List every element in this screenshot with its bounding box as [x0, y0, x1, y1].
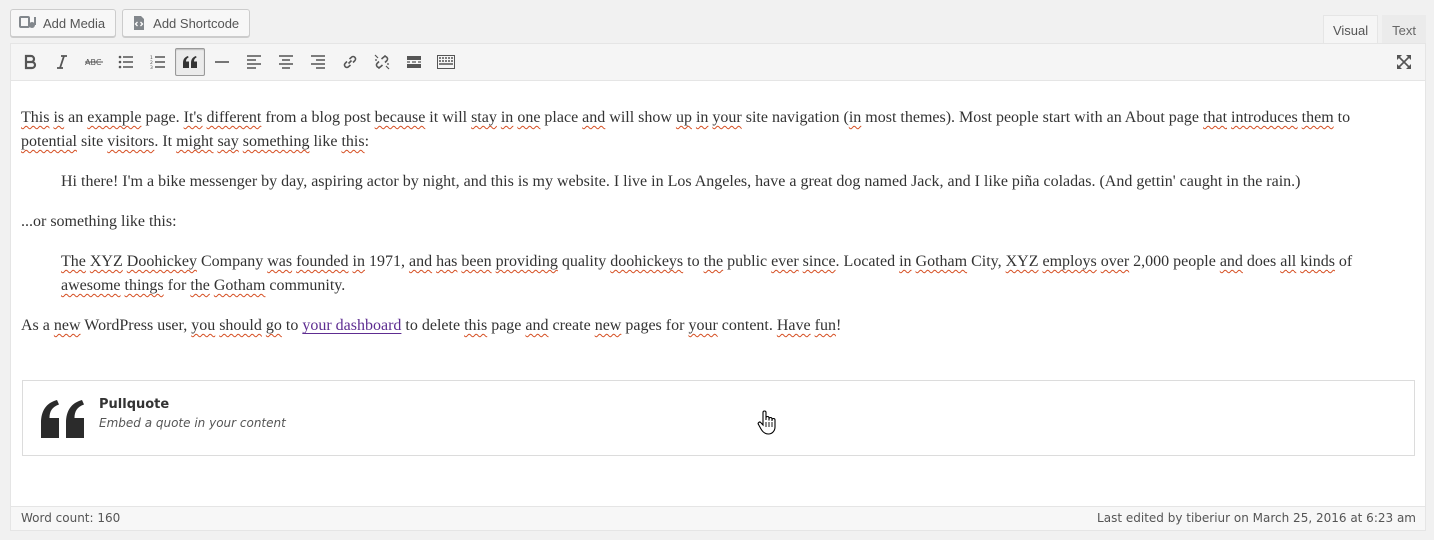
quote-icon [39, 399, 87, 444]
editor-content[interactable]: This is an example page. It's different … [21, 106, 1391, 354]
paragraph-or-something: ...or something like this: [21, 213, 177, 230]
align-left-button[interactable] [239, 48, 269, 76]
align-right-button[interactable] [303, 48, 333, 76]
bulleted-list-icon [118, 55, 134, 69]
tab-visual[interactable]: Visual [1322, 15, 1379, 45]
blockquote-xyz-company: The XYZ Doohickey Company was founded in… [61, 253, 1353, 294]
editor: ABC 123 This is an example page. It's di… [10, 43, 1426, 531]
add-media-label: Add Media [43, 15, 106, 31]
editor-tabs: Visual Text [1322, 15, 1426, 45]
hand-cursor-icon [757, 409, 777, 440]
toolbar-toggle-icon [437, 55, 455, 69]
svg-text:3: 3 [150, 65, 153, 69]
remove-link-button[interactable] [367, 48, 397, 76]
align-center-icon [278, 55, 294, 69]
editor-status-bar: Word count: 160 Last edited by tiberiur … [11, 506, 1425, 530]
horizontal-line-icon [215, 60, 229, 64]
tab-text[interactable]: Text [1382, 15, 1426, 44]
numbered-list-icon: 123 [150, 55, 166, 69]
bold-button[interactable] [15, 48, 45, 76]
horizontal-line-button[interactable] [207, 48, 237, 76]
add-shortcode-button[interactable]: Add Shortcode [122, 9, 251, 37]
read-more-button[interactable] [399, 48, 429, 76]
editor-toolbar: ABC 123 [11, 44, 1425, 81]
numbered-list-button[interactable]: 123 [143, 48, 173, 76]
blockquote-bike-messenger: Hi there! I'm a bike messenger by day, a… [61, 173, 1301, 190]
align-left-icon [246, 55, 262, 69]
align-right-icon [310, 55, 326, 69]
blockquote-icon [182, 55, 198, 69]
add-media-button[interactable]: Add Media [10, 9, 117, 37]
italic-button[interactable] [47, 48, 77, 76]
pullquote-shortcode-preview[interactable]: Pullquote Embed a quote in your content [22, 380, 1415, 456]
align-center-button[interactable] [271, 48, 301, 76]
media-buttons: Add Media Add Shortcode [10, 9, 251, 37]
bulleted-list-button[interactable] [111, 48, 141, 76]
strikethrough-icon: ABC [85, 57, 103, 67]
insert-link-icon [341, 53, 359, 71]
fullscreen-icon [1396, 54, 1412, 70]
insert-link-button[interactable] [335, 48, 365, 76]
add-media-icon [19, 15, 37, 31]
remove-link-icon [373, 53, 391, 71]
strikethrough-button[interactable]: ABC [79, 48, 109, 76]
shortcode-icon [131, 15, 147, 31]
add-shortcode-label: Add Shortcode [153, 15, 240, 31]
pullquote-description: Embed a quote in your content [99, 416, 286, 430]
bold-icon [23, 54, 37, 70]
paragraph-dashboard: As a new WordPress user, you should go t… [21, 317, 842, 334]
last-edited: Last edited by tiberiur on March 25, 201… [1097, 511, 1416, 525]
toolbar-toggle-button[interactable] [431, 48, 461, 76]
read-more-icon [406, 55, 422, 69]
word-count: Word count: 160 [21, 511, 121, 525]
blockquote-button[interactable] [175, 48, 205, 76]
fullscreen-button[interactable] [1389, 48, 1419, 76]
paragraph-intro: This is an example page. It's different … [21, 109, 1351, 150]
dashboard-link[interactable]: your dashboard [302, 317, 401, 334]
pullquote-title: Pullquote [99, 397, 170, 412]
italic-icon [55, 54, 69, 70]
